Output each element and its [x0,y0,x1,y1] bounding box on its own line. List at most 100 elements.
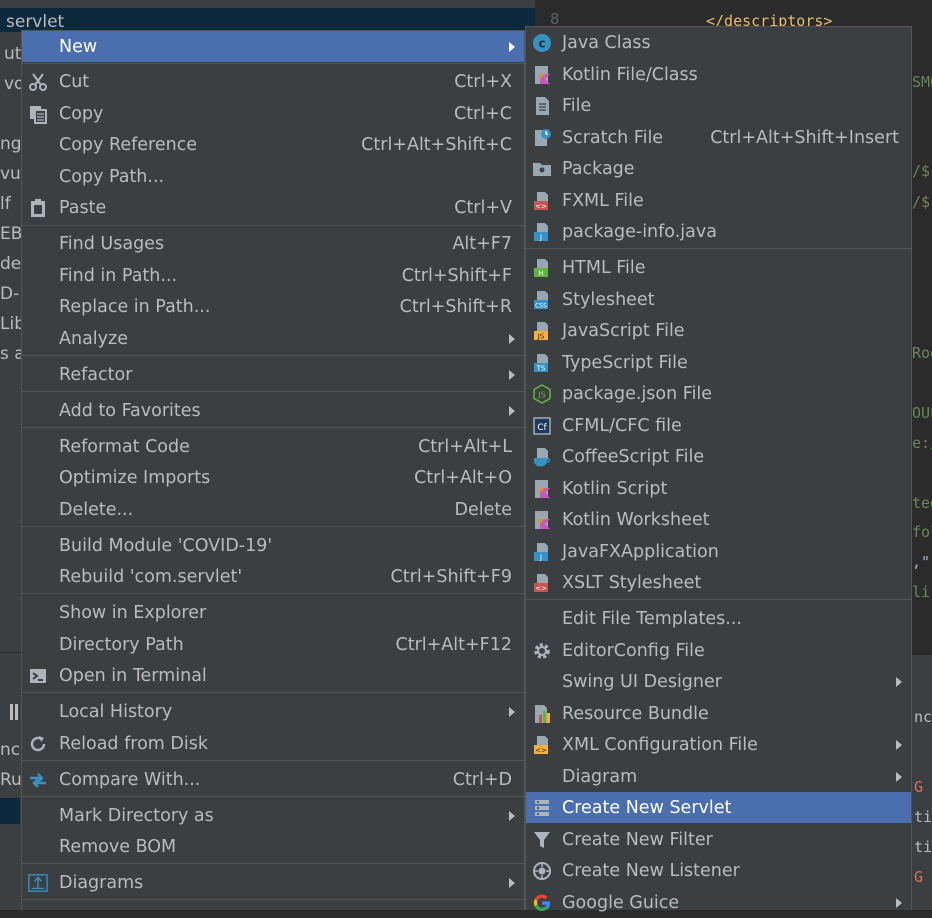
submenu-item-xml-configuration-file[interactable]: <> XML Configuration File [526,729,911,760]
submenu-item-cfml-file[interactable]: Cf CFML/CFC file [526,410,911,441]
submenu-arrow-icon [509,810,515,821]
menu-item-directory-path[interactable]: Directory Path Ctrl+Alt+F12 [22,629,524,660]
submenu-item-create-new-servlet[interactable]: Create New Servlet [526,792,911,823]
tree-selected-row[interactable] [0,8,535,32]
submenu-item-typescript-file[interactable]: TS TypeScript File [526,347,911,378]
menu-item-label: Build Module 'COVID-19' [59,535,273,556]
submenu-arrow-icon [509,877,515,888]
menu-item-mark-directory-as[interactable]: Mark Directory as [22,800,524,831]
submenu-item-kotlin-file[interactable]: Kotlin File/Class [526,59,911,90]
tree-item[interactable]: ut [4,44,21,64]
submenu-item-coffeescript-file[interactable]: CoffeeScript File [526,441,911,472]
menu-item-copy[interactable]: Copy Ctrl+C [22,98,524,129]
tree-item[interactable]: EB [0,224,22,244]
submenu-item-html-file[interactable]: H HTML File [526,252,911,283]
submenu-item-package[interactable]: Package [526,153,911,184]
menu-item-remove-bom[interactable]: Remove BOM [22,831,524,862]
menu-item-shortcut: Ctrl+Alt+O [414,467,512,488]
menu-item-find-usages[interactable]: Find Usages Alt+F7 [22,228,524,259]
tool-window-item[interactable]: Ru [0,770,22,790]
compare-icon [28,770,48,790]
menu-separator [22,225,524,226]
menu-item-diagrams[interactable]: Diagrams [22,867,524,898]
menu-item-paste[interactable]: Paste Ctrl+V [22,192,524,223]
submenu-item-kotlin-script[interactable]: Kotlin Script [526,473,911,504]
menu-item-reload-from-disk[interactable]: Reload from Disk [22,728,524,759]
menu-item-shortcut: Ctrl+Shift+F [401,265,512,286]
svg-text:JS: JS [537,332,545,340]
menu-item-shortcut: Ctrl+D [452,769,512,790]
editor-line: e:/ [912,434,932,452]
svg-text:TS: TS [536,364,546,372]
menu-item-label: Java Class [562,32,651,53]
submenu-item-kotlin-worksheet[interactable]: Kotlin Worksheet [526,504,911,535]
menu-item-reformat-code[interactable]: Reformat Code Ctrl+Alt+L [22,431,524,462]
submenu-item-fxml-file[interactable]: <> FXML File [526,185,911,216]
submenu-item-create-new-listener[interactable]: Create New Listener [526,855,911,886]
submenu-arrow-icon [509,41,515,52]
tree-item[interactable]: ng [0,134,22,154]
new-submenu: c Java Class Kotlin File/Class File Scra… [525,26,912,913]
menu-item-open-in-terminal[interactable]: Open in Terminal [22,660,524,691]
menu-item-replace-in-path[interactable]: Replace in Path... Ctrl+Shift+R [22,291,524,322]
submenu-item-package-info[interactable]: J package-info.java [526,216,911,247]
submenu-item-resource-bundle[interactable]: Resource Bundle [526,698,911,729]
package-icon [532,159,552,179]
submenu-item-swing-ui-designer[interactable]: Swing UI Designer [526,666,911,697]
menu-item-label: Directory Path [59,634,184,655]
xslt-icon: <> [532,573,552,593]
submenu-item-stylesheet[interactable]: CSS Stylesheet [526,284,911,315]
menu-item-compare-with[interactable]: Compare With... Ctrl+D [22,764,524,795]
menu-item-label: Find in Path... [59,265,178,286]
tree-item[interactable]: lf [0,194,11,214]
menu-item-label: Analyze [59,328,128,349]
submenu-item-xslt-stylesheet[interactable]: <> XSLT Stylesheet [526,567,911,598]
menu-item-analyze[interactable]: Analyze [22,323,524,354]
run-config-icon[interactable] [0,798,20,824]
nodejs-icon: JS [532,383,552,404]
menu-item-label: JavaFXApplication [562,541,719,562]
menu-item-cut[interactable]: Cut Ctrl+X [22,66,524,97]
editor-line: ted [912,494,932,512]
submenu-arrow-icon [509,333,515,344]
submenu-item-java-class[interactable]: c Java Class [526,27,911,58]
javafx-icon: J [532,542,552,562]
submenu-item-diagram[interactable]: Diagram [526,761,911,792]
menu-item-delete[interactable]: Delete... Delete [22,494,524,525]
submenu-item-editorconfig-file[interactable]: EditorConfig File [526,635,911,666]
menu-item-show-in-explorer[interactable]: Show in Explorer [22,597,524,628]
menu-item-copy-path[interactable]: Copy Path... [22,161,524,192]
submenu-item-file[interactable]: File [526,90,911,121]
editor-line: ti [914,808,932,826]
submenu-item-javafx-application[interactable]: J JavaFXApplication [526,536,911,567]
layout-icon[interactable] [10,704,18,720]
terminal-icon [28,666,48,686]
menu-item-label: Rebuild 'com.servlet' [59,566,243,587]
menu-item-copy-reference[interactable]: Copy Reference Ctrl+Alt+Shift+C [22,129,524,160]
submenu-item-google-guice[interactable]: Google Guice [526,887,911,918]
menu-item-add-to-favorites[interactable]: Add to Favorites [22,395,524,426]
menu-separator [526,248,911,249]
clipboard-icon [28,198,48,218]
menu-item-local-history[interactable]: Local History [22,696,524,727]
menu-item-optimize-imports[interactable]: Optimize Imports Ctrl+Alt+O [22,462,524,493]
menu-item-label: CFML/CFC file [562,415,682,436]
submenu-item-scratch-file[interactable]: Scratch File Ctrl+Alt+Shift+Insert [526,122,911,153]
menu-item-label: Copy Path... [59,166,165,187]
menu-item-label: Open in Terminal [59,665,207,686]
menu-separator [22,760,524,761]
submenu-item-create-new-filter[interactable]: Create New Filter [526,824,911,855]
submenu-item-edit-file-templates[interactable]: Edit File Templates... [526,603,911,634]
kotlin-script-icon [532,479,552,499]
submenu-item-javascript-file[interactable]: JS JavaScript File [526,315,911,346]
menu-item-rebuild[interactable]: Rebuild 'com.servlet' Ctrl+Shift+F9 [22,561,524,592]
menu-item-find-in-path[interactable]: Find in Path... Ctrl+Shift+F [22,260,524,291]
svg-text:<>: <> [535,584,547,592]
menu-item-label: HTML File [562,257,646,278]
tree-item[interactable]: D- [0,284,19,304]
submenu-item-package-json[interactable]: JS package.json File [526,378,911,409]
menu-item-build-module[interactable]: Build Module 'COVID-19' [22,530,524,561]
menu-item-new[interactable]: New [22,31,524,62]
tree-item[interactable]: servlet [6,12,64,32]
menu-item-refactor[interactable]: Refactor [22,359,524,390]
